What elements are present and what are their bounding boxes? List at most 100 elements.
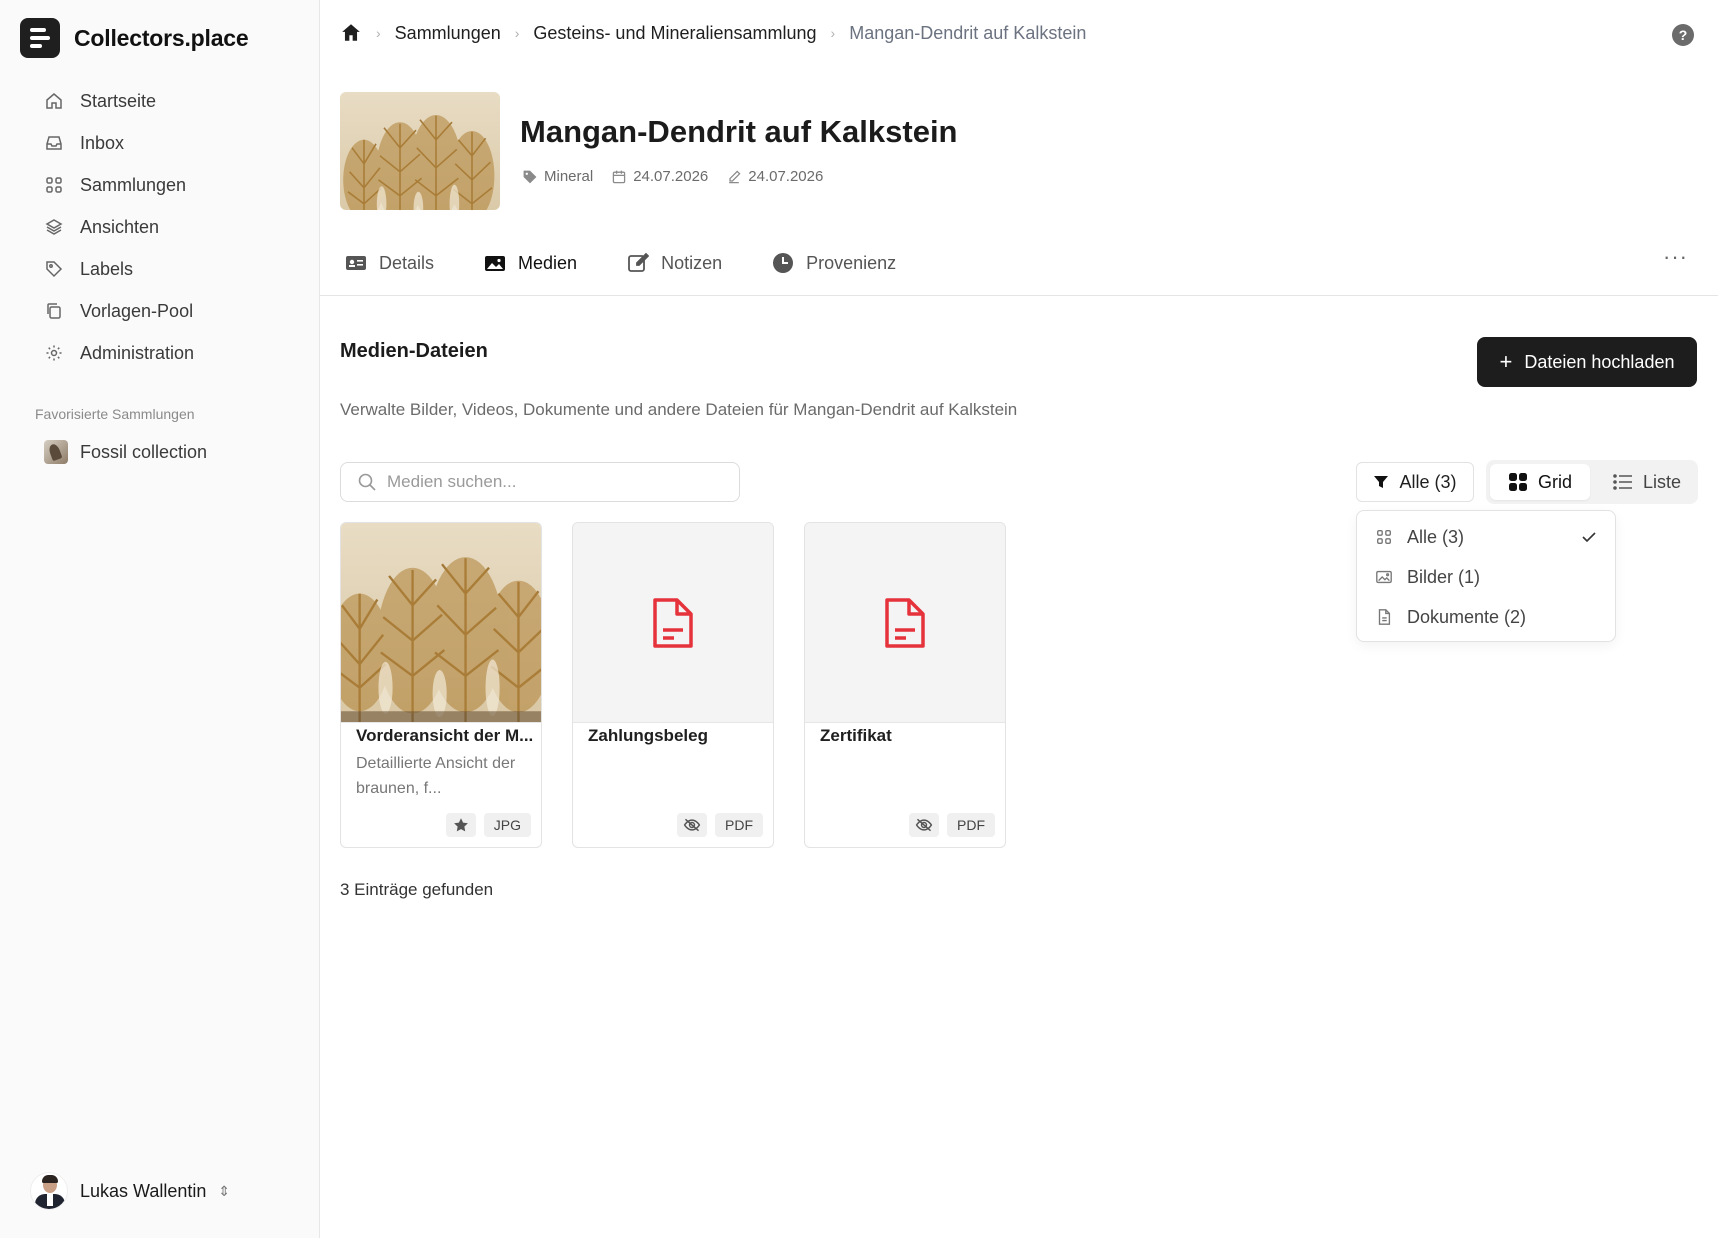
item-created-date: 24.07.2026	[633, 168, 709, 185]
media-card-badges: JPG	[445, 813, 531, 837]
sidebar-item-label: Labels	[80, 258, 134, 279]
item-type: Mineral	[522, 168, 593, 185]
media-card-title: Vorderansicht der M...	[356, 726, 534, 745]
sidebar-item-administration[interactable]: Administration	[44, 332, 304, 374]
results-count: 3 Einträge gefunden	[340, 880, 494, 899]
tabs: Details Medien Notizen Provenienz	[345, 250, 946, 276]
favorites-heading: Favorisierte Sammlungen	[35, 406, 195, 422]
brand-name: Collectors.place	[74, 24, 249, 51]
breadcrumb-link-collection[interactable]: Gesteins- und Mineraliensammlung	[533, 23, 816, 44]
eye-off-icon[interactable]	[677, 813, 707, 837]
sidebar-item-label: Sammlungen	[80, 174, 187, 195]
filter-option-alle[interactable]: Alle (3)	[1357, 517, 1615, 557]
brand[interactable]: Collectors.place	[20, 18, 249, 58]
layers-icon	[45, 219, 63, 235]
filter-dropdown: Alle (3) Bilder (1) Dokumente (2)	[1356, 510, 1616, 642]
tab-medien[interactable]: Medien	[484, 250, 577, 276]
edit-icon	[628, 252, 650, 272]
item-type-label: Mineral	[544, 168, 594, 185]
media-card-title: Zertifikat	[820, 726, 892, 745]
image-icon	[1376, 570, 1392, 584]
image-icon	[485, 256, 506, 271]
main-content: › Sammlungen › Gesteins- und Mineraliens…	[320, 0, 1718, 1238]
sidebar-item-startseite[interactable]: Startseite	[44, 80, 304, 122]
star-icon[interactable]	[445, 813, 476, 837]
item-cover-image[interactable]	[340, 92, 500, 210]
media-thumbnail	[341, 523, 541, 723]
media-thumbnail	[805, 523, 1005, 723]
eye-off-icon[interactable]	[909, 813, 939, 837]
filter-option-label: Alle (3)	[1407, 526, 1465, 547]
media-card[interactable]: Vorderansicht der M... Detaillierte Ansi…	[340, 522, 542, 848]
sidebar-item-ansichten[interactable]: Ansichten	[44, 206, 304, 248]
sidebar-item-label: Inbox	[80, 132, 125, 153]
breadcrumb: › Sammlungen › Gesteins- und Mineraliens…	[340, 22, 1086, 44]
favorite-label: Fossil collection	[80, 441, 208, 462]
tab-label: Notizen	[661, 252, 723, 273]
filter-button[interactable]: Alle (3)	[1356, 462, 1474, 502]
item-created: 24.07.2026	[611, 168, 708, 185]
tab-divider	[320, 295, 1718, 296]
more-options-icon[interactable]: ···	[1663, 244, 1688, 270]
tab-notizen[interactable]: Notizen	[627, 250, 722, 276]
sidebar-item-vorlagen-pool[interactable]: Vorlagen-Pool	[44, 290, 304, 332]
tab-label: Provenienz	[806, 252, 897, 273]
grid-icon	[46, 177, 62, 193]
view-list-button[interactable]: Liste	[1602, 464, 1692, 500]
chevron-up-down-icon: ⇕	[218, 1182, 231, 1199]
media-card-title: Zahlungsbeleg	[588, 726, 708, 745]
filter-option-bilder[interactable]: Bilder (1)	[1357, 557, 1615, 597]
format-badge: PDF	[715, 813, 763, 837]
upload-button-label: Dateien hochladen	[1524, 351, 1675, 372]
tag-icon	[523, 170, 537, 183]
media-card[interactable]: Zertifikat PDF	[804, 522, 1006, 848]
id-card-icon	[346, 256, 366, 270]
sidebar-item-label: Startseite	[80, 90, 157, 111]
filter-option-label: Bilder (1)	[1407, 566, 1481, 587]
media-card-description: Detaillierte Ansicht der braunen, f...	[356, 755, 516, 797]
page-title: Mangan-Dendrit auf Kalkstein	[520, 114, 958, 149]
check-icon	[1582, 532, 1596, 543]
user-menu[interactable]: Lukas Wallentin ⇕	[30, 1172, 230, 1210]
inbox-icon	[46, 136, 62, 150]
section-title: Medien-Dateien	[340, 340, 488, 362]
tab-label: Details	[379, 252, 435, 273]
filter-icon	[1374, 476, 1389, 488]
file-icon	[1378, 609, 1391, 625]
item-modified: 24.07.2026	[726, 168, 823, 185]
sidebar-item-inbox[interactable]: Inbox	[44, 122, 304, 164]
sidebar-item-sammlungen[interactable]: Sammlungen	[44, 164, 304, 206]
item-modified-date: 24.07.2026	[748, 168, 824, 185]
media-card-badges: PDF	[677, 813, 763, 837]
view-grid-button[interactable]: Grid	[1490, 464, 1590, 500]
sidebar-item-labels[interactable]: Labels	[44, 248, 304, 290]
chevron-right-icon: ›	[376, 25, 381, 41]
sidebar: Collectors.place Startseite Inbox Sammlu…	[0, 0, 320, 1238]
tab-provenienz[interactable]: Provenienz	[772, 250, 896, 276]
favorite-fossil-collection[interactable]: Fossil collection	[44, 440, 207, 464]
upload-files-button[interactable]: + Dateien hochladen	[1477, 337, 1697, 387]
filter-option-dokumente[interactable]: Dokumente (2)	[1357, 597, 1615, 637]
help-icon[interactable]: ?	[1672, 24, 1694, 46]
media-card[interactable]: Zahlungsbeleg PDF	[572, 522, 774, 848]
sidebar-item-label: Administration	[80, 342, 195, 363]
sidebar-item-label: Vorlagen-Pool	[80, 300, 194, 321]
filter-option-label: Dokumente (2)	[1407, 606, 1527, 627]
format-badge: PDF	[947, 813, 995, 837]
tab-details[interactable]: Details	[345, 250, 434, 276]
calendar-icon	[612, 170, 626, 183]
tab-label: Medien	[518, 252, 578, 273]
edit-icon	[729, 169, 741, 183]
gear-icon	[46, 345, 62, 361]
view-list-label: Liste	[1642, 471, 1682, 492]
view-toggle: Grid Liste	[1486, 460, 1698, 504]
format-badge: JPG	[483, 813, 531, 837]
home-icon[interactable]	[340, 22, 362, 44]
sidebar-nav: Startseite Inbox Sammlungen Ansichten La…	[44, 80, 304, 374]
media-search[interactable]	[340, 462, 740, 502]
pdf-file-icon	[653, 597, 693, 648]
media-card-badges: PDF	[909, 813, 995, 837]
user-name: Lukas Wallentin	[80, 1180, 207, 1201]
search-input[interactable]	[387, 472, 717, 492]
breadcrumb-link-sammlungen[interactable]: Sammlungen	[395, 23, 501, 44]
